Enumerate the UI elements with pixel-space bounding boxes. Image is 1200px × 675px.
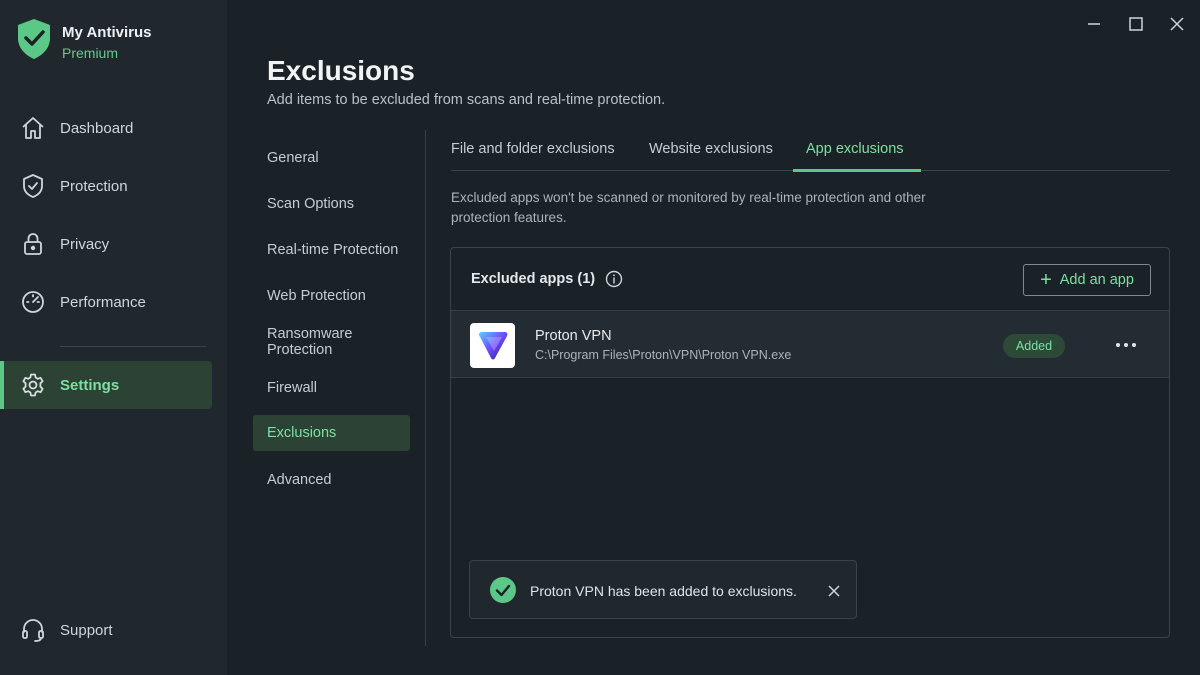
lock-icon [24, 233, 42, 255]
brand: My Antivirus Premium [16, 18, 151, 63]
sidebar-item-privacy[interactable]: Privacy [0, 220, 212, 268]
add-app-button[interactable]: + Add an app [1023, 264, 1151, 296]
settings-nav-web-protection[interactable]: Web Protection [253, 278, 410, 314]
settings-nav-advanced[interactable]: Advanced [253, 462, 410, 498]
home-icon [22, 117, 44, 139]
toast-message: Proton VPN has been added to exclusions. [530, 583, 797, 599]
sidebar-item-label: Settings [60, 376, 120, 394]
add-app-label: Add an app [1059, 272, 1134, 288]
settings-nav-general[interactable]: General [253, 140, 410, 176]
sidebar-item-dashboard[interactable]: Dashboard [0, 104, 212, 152]
sidebar-item-support[interactable]: Support [0, 606, 212, 654]
success-toast: Proton VPN has been added to exclusions. [469, 560, 857, 619]
headset-icon [22, 619, 44, 642]
sidebar: My Antivirus Premium Dashboard Protectio… [0, 0, 227, 675]
gear-icon [22, 373, 44, 397]
settings-nav-scan-options[interactable]: Scan Options [253, 186, 410, 222]
sidebar-item-performance[interactable]: Performance [0, 278, 212, 326]
speedometer-icon [22, 291, 44, 313]
shield-logo-icon [18, 19, 50, 59]
panel-header: Excluded apps (1) [471, 270, 623, 288]
active-tab-indicator [793, 169, 921, 172]
maximize-icon [1129, 17, 1143, 31]
brand-name: My Antivirus [62, 24, 152, 41]
minimize-icon [1088, 23, 1100, 25]
close-icon [828, 585, 840, 597]
proton-vpn-app-icon [470, 323, 515, 368]
app-name: Proton VPN [535, 328, 612, 344]
close-icon [1170, 17, 1184, 31]
settings-nav-realtime-protection[interactable]: Real-time Protection [253, 232, 410, 268]
proton-vpn-logo-icon [478, 331, 507, 359]
settings-nav-firewall[interactable]: Firewall [253, 370, 410, 406]
settings-nav-ransomware-protection[interactable]: Ransomware Protection [253, 324, 410, 360]
tab-description: Excluded apps won't be scanned or monito… [451, 190, 926, 225]
sidebar-item-label: Performance [60, 293, 146, 311]
app-path: C:\Program Files\Proton\VPN\Proton VPN.e… [535, 348, 792, 362]
sidebar-item-label: Privacy [60, 235, 110, 253]
tab-app-exclusions[interactable]: App exclusions [806, 141, 904, 171]
tab-file-folder-exclusions[interactable]: File and folder exclusions [451, 141, 615, 171]
status-badge: Added [1003, 334, 1065, 358]
close-window-button[interactable] [1163, 10, 1191, 38]
sidebar-item-label: Protection [60, 177, 128, 195]
check-circle-icon [490, 577, 516, 603]
shield-icon [23, 174, 43, 198]
more-horizontal-icon [1116, 343, 1136, 347]
plus-icon: + [1040, 269, 1052, 291]
tab-website-exclusions[interactable]: Website exclusions [649, 141, 773, 171]
toast-close-button[interactable] [824, 581, 844, 601]
info-icon[interactable] [605, 270, 623, 288]
maximize-button[interactable] [1122, 10, 1150, 38]
page-subtitle: Add items to be excluded from scans and … [267, 92, 666, 108]
app-row[interactable]: Proton VPN C:\Program Files\Proton\VPN\P… [451, 310, 1169, 378]
settings-nav-exclusions[interactable]: Exclusions [253, 415, 410, 451]
page-title: Exclusions [267, 55, 415, 86]
subnav-divider [425, 130, 426, 646]
minimize-button[interactable] [1080, 10, 1108, 38]
sidebar-item-settings[interactable]: Settings [0, 361, 212, 409]
sidebar-item-label: Support [60, 621, 113, 639]
more-options-button[interactable] [1111, 333, 1141, 357]
sidebar-item-protection[interactable]: Protection [0, 162, 212, 210]
brand-tier: Premium [62, 45, 119, 61]
sidebar-item-label: Dashboard [60, 119, 134, 137]
panel-title: Excluded apps (1) [471, 271, 596, 287]
sidebar-divider [60, 346, 206, 347]
